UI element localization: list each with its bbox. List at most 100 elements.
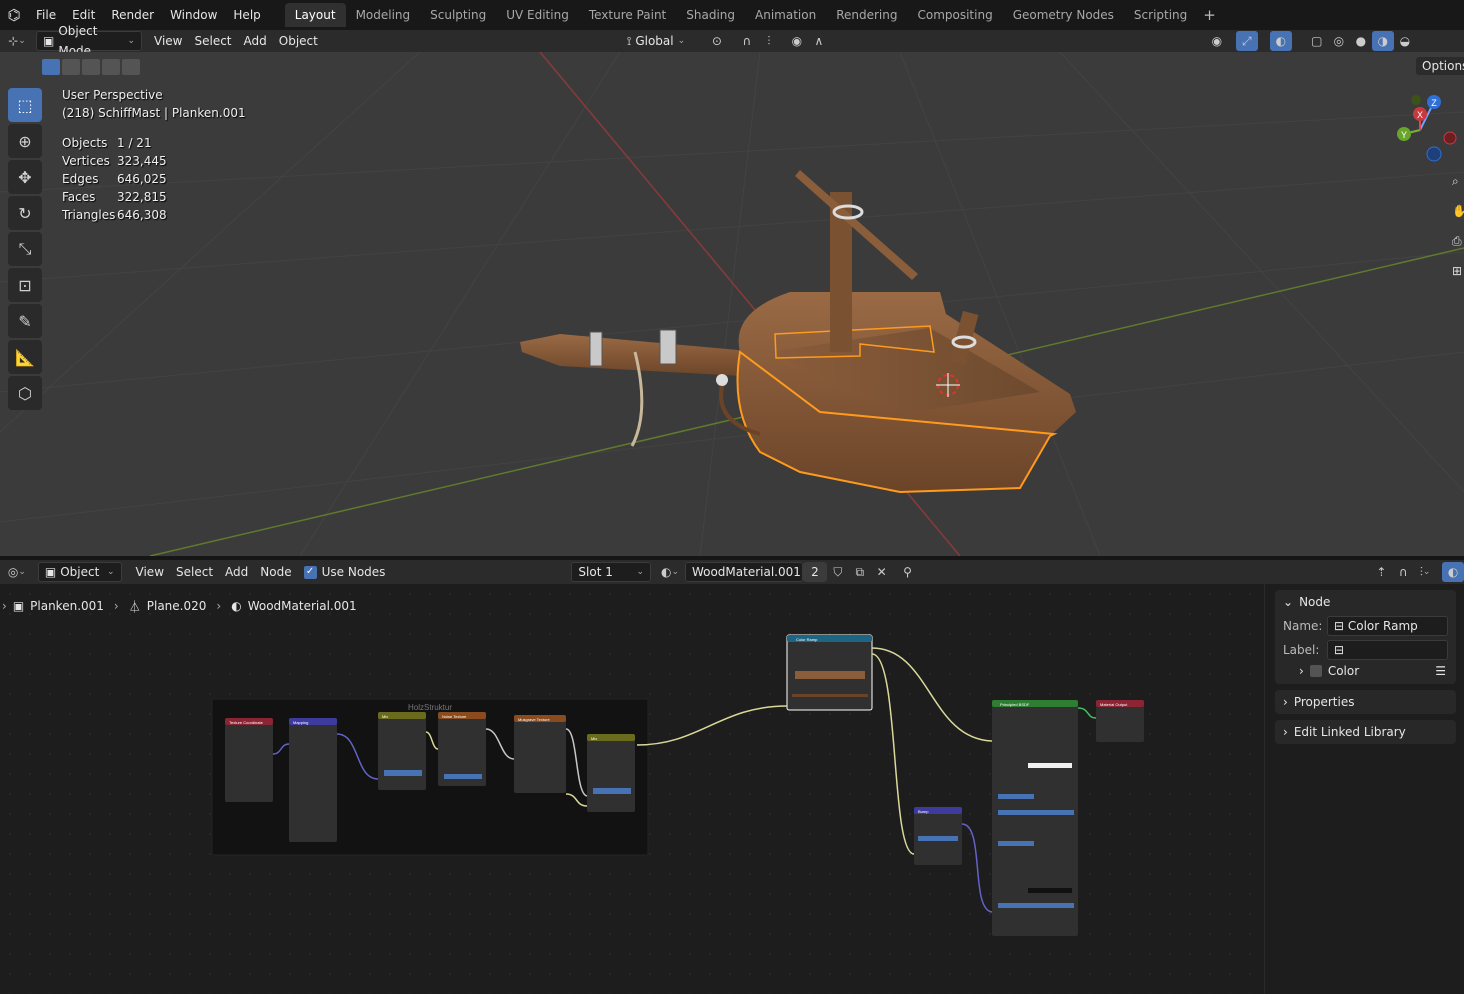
tab-scripting[interactable]: Scripting <box>1124 3 1197 27</box>
select-intersect-icon[interactable] <box>122 59 140 75</box>
proportional-edit-icon[interactable]: ◉ <box>786 31 808 51</box>
select-box-icon[interactable]: ⬚ <box>8 88 42 122</box>
perspective-label: User Perspective <box>62 88 163 102</box>
tab-compositing[interactable]: Compositing <box>907 3 1002 27</box>
tab-uv-editing[interactable]: UV Editing <box>496 3 579 27</box>
snap-icon[interactable]: ∩ <box>1392 562 1414 582</box>
material-name-field[interactable]: WoodMaterial.001 <box>684 562 803 582</box>
blender-logo-icon[interactable]: ⌬ <box>0 0 28 30</box>
node-musgrave-texture: Musgrave Texture <box>514 715 566 793</box>
svg-text:Mix: Mix <box>382 714 388 719</box>
tab-texture-paint[interactable]: Texture Paint <box>579 3 676 27</box>
menu-view[interactable]: View <box>148 31 188 51</box>
use-nodes-toggle[interactable]: ✓ Use Nodes <box>298 562 392 582</box>
breadcrumb-object[interactable]: ▣ Planken.001 <box>7 599 110 613</box>
menu-help[interactable]: Help <box>225 0 268 30</box>
editor-type-icon[interactable]: ◎ ⌄ <box>6 562 28 582</box>
node-frame <box>211 698 649 856</box>
solid-shading-icon[interactable]: ● <box>1350 31 1372 51</box>
menu-object[interactable]: Object <box>273 31 324 51</box>
scale-icon[interactable]: ⤡ <box>8 232 42 266</box>
select-new-icon[interactable] <box>42 59 60 75</box>
3d-viewport[interactable]: Z Y X ⬚ ⊕ ✥ ↻ ⤡ ⊡ ✎ 📐 ⬡ User Perspective… <box>0 52 1464 556</box>
editor-type-icon[interactable]: ⊹ ⌄ <box>6 31 28 51</box>
pivot-icon[interactable]: ⊙ <box>706 31 728 51</box>
unlink-material-icon[interactable]: ✕ <box>871 562 893 582</box>
linked-library-panel-header[interactable]: › Edit Linked Library <box>1275 720 1456 744</box>
annotate-icon[interactable]: ✎ <box>8 304 42 338</box>
tab-sculpting[interactable]: Sculpting <box>420 3 496 27</box>
node-canvas[interactable]: HolzStruktur Texture Coordinate Mapping … <box>0 584 1264 994</box>
transform-orientation-dropdown[interactable]: ⟟ Global ⌄ <box>619 31 700 51</box>
material-browse-icon[interactable]: ◐ ⌄ <box>655 562 685 582</box>
move-icon[interactable]: ✥ <box>8 160 42 194</box>
menu-select[interactable]: Select <box>188 31 237 51</box>
svg-text:Mix: Mix <box>591 736 597 741</box>
node-mix-2: Mix <box>587 734 635 812</box>
mesh-icon: ⏃ <box>128 599 141 614</box>
visibility-icon[interactable]: ◉ <box>1206 31 1228 51</box>
rotate-icon[interactable]: ↻ <box>8 196 42 230</box>
menu-add[interactable]: Add <box>238 31 273 51</box>
node-graph: HolzStruktur Texture Coordinate Mapping … <box>0 584 1264 994</box>
measure-icon[interactable]: 📐 <box>8 340 42 374</box>
pan-hand-icon[interactable]: ✋ <box>1452 204 1464 224</box>
add-workspace-icon[interactable]: + <box>1197 6 1222 24</box>
list-icon[interactable]: ☰ <box>1435 664 1446 678</box>
material-users-count[interactable]: 2 <box>802 562 827 582</box>
overlay-toggle-icon[interactable]: ◐ <box>1442 562 1464 582</box>
menu-window[interactable]: Window <box>162 0 225 30</box>
tab-rendering[interactable]: Rendering <box>826 3 907 27</box>
menu-node[interactable]: Node <box>254 562 297 582</box>
overlay-toggle-icon[interactable]: ◐ <box>1269 31 1292 51</box>
transform-icon[interactable]: ⊡ <box>8 268 42 302</box>
snap-icon[interactable]: ∩ <box>736 31 758 51</box>
node-name-field[interactable]: ⊟ Color Ramp <box>1327 616 1448 636</box>
select-invert-icon[interactable] <box>102 59 120 75</box>
tab-geometry-nodes[interactable]: Geometry Nodes <box>1003 3 1124 27</box>
tool-shelf: ⬚ ⊕ ✥ ↻ ⤡ ⊡ ✎ 📐 ⬡ <box>8 88 42 412</box>
rendered-shading-icon[interactable]: ◒ <box>1394 31 1416 51</box>
chevron-down-icon: ⌄ <box>106 567 115 577</box>
frame-label: HolzStruktur <box>408 703 452 712</box>
select-extend-icon[interactable] <box>62 59 80 75</box>
tab-animation[interactable]: Animation <box>745 3 826 27</box>
material-shading-icon[interactable]: ◑ <box>1371 31 1394 51</box>
duplicate-material-icon[interactable]: ⧉ <box>849 562 871 582</box>
tab-shading[interactable]: Shading <box>676 3 745 27</box>
node-label-field[interactable]: ⊟ <box>1327 640 1448 660</box>
breadcrumb-material[interactable]: ◐ WoodMaterial.001 <box>225 599 362 613</box>
parent-node-tree-icon[interactable]: ⇡ <box>1370 562 1392 582</box>
cursor-icon[interactable]: ⊕ <box>8 124 42 158</box>
rope-band-1 <box>589 331 603 367</box>
select-subtract-icon[interactable] <box>82 59 100 75</box>
navigation-gizmo <box>1397 95 1457 162</box>
properties-panel-header[interactable]: › Properties <box>1275 690 1456 714</box>
camera-icon[interactable]: ⎙ <box>1452 234 1464 254</box>
wireframe-shading-icon[interactable]: ◎ <box>1328 31 1350 51</box>
breadcrumb-mesh[interactable]: ⏃ Plane.020 <box>123 598 213 615</box>
slot-dropdown[interactable]: Slot 1 ⌄ <box>571 562 652 582</box>
menu-select[interactable]: Select <box>170 562 219 582</box>
zoom-icon[interactable]: ⌕ <box>1452 174 1464 194</box>
snap-target-icon[interactable]: ⫶ <box>758 31 780 51</box>
menu-add[interactable]: Add <box>219 562 254 582</box>
color-subpanel[interactable]: › Color ☰ <box>1275 662 1456 684</box>
stat-row: Faces 322,815 <box>62 190 167 204</box>
pin-icon[interactable]: ⚲ <box>897 562 919 582</box>
tab-modeling[interactable]: Modeling <box>346 3 421 27</box>
options-button[interactable]: Options <box>1416 57 1464 75</box>
gizmo-toggle-icon[interactable]: ⤢ <box>1235 31 1258 51</box>
menu-view[interactable]: View <box>130 562 170 582</box>
snap-mode-icon[interactable]: ⫶ ⌄ <box>1414 562 1436 582</box>
node-panel-header[interactable]: ⌄ Node <box>1275 590 1456 614</box>
color-checkbox[interactable] <box>1309 665 1322 677</box>
add-cube-icon[interactable]: ⬡ <box>8 376 42 410</box>
shader-type-dropdown[interactable]: ▣ Object ⌄ <box>37 562 122 582</box>
falloff-icon[interactable]: ∧ <box>808 31 830 51</box>
tab-layout[interactable]: Layout <box>284 3 346 27</box>
fake-user-icon[interactable]: ⛉ <box>827 562 849 582</box>
mode-dropdown[interactable]: ▣ Object Mode ⌄ <box>36 24 142 58</box>
grid-view-icon[interactable]: ⊞ <box>1452 264 1464 284</box>
xray-icon[interactable]: ▢ <box>1306 31 1328 51</box>
